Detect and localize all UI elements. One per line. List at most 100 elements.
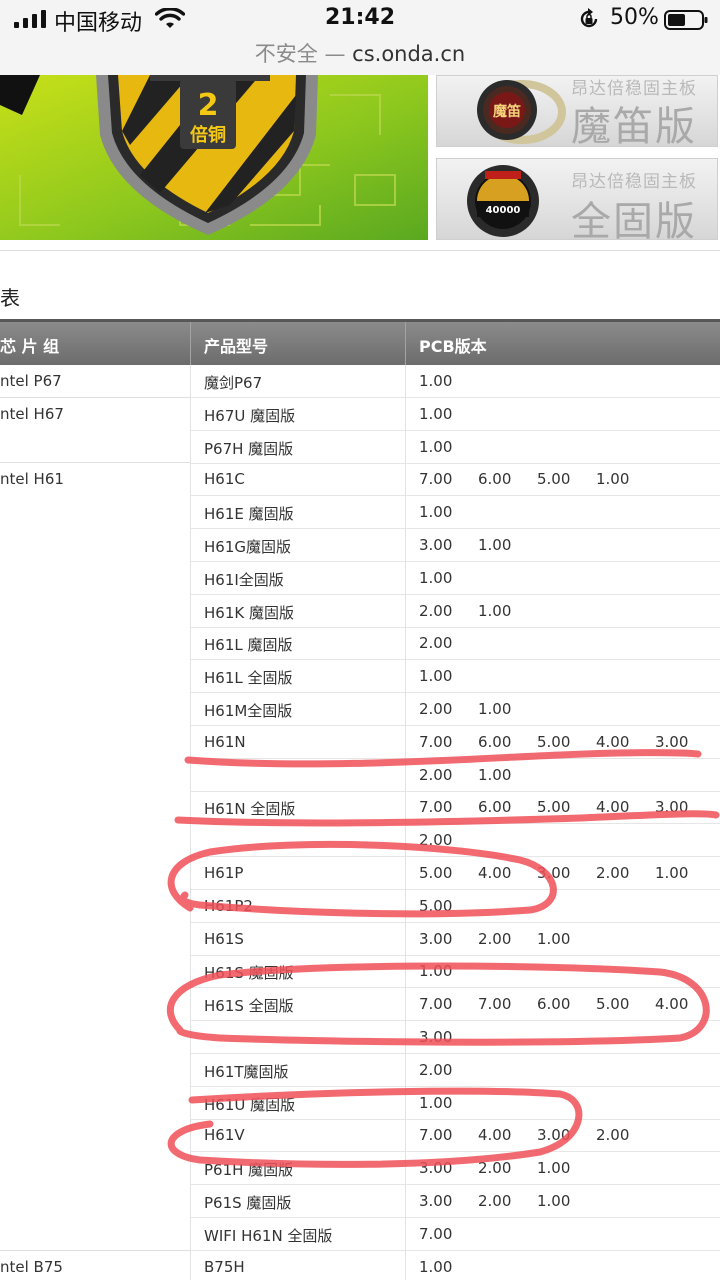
pcb-version-cell: 1.00 <box>419 962 453 981</box>
model-cell: H61U 魔固版 <box>204 1095 296 1114</box>
model-cell: H61I全固版 <box>204 570 284 589</box>
thumb-title: 魔笛版 <box>571 104 697 147</box>
pcb-version-cell: 7.00 <box>419 798 453 817</box>
pcb-version-cell: 1.00 <box>419 1093 453 1112</box>
model-cell: P67H 魔固版 <box>204 439 294 458</box>
table-row: H61T魔固版 2.00 <box>190 1054 720 1087</box>
header-pcb: PCB版本 <box>419 337 487 356</box>
pcb-version-cell: 7.00 <box>419 1126 453 1145</box>
model-cell: B75H <box>204 1257 245 1276</box>
table-row: B75H 1.00 <box>190 1251 720 1280</box>
model-cell: H61P2 <box>204 896 253 915</box>
carrier-name: 中国移动 <box>54 11 143 36</box>
table-row: H61V 7.00 4.00 3.00 2.00 <box>190 1119 720 1153</box>
section-title: 表 <box>0 286 20 310</box>
pcb-version-cell: 7.00 <box>419 470 453 489</box>
pcb-version-cell: 3.00 <box>537 864 571 882</box>
table-row: H61M全固版 2.00 1.00 <box>190 693 720 726</box>
battery-percent: 50% <box>610 5 659 30</box>
modi-emblem-icon: 魔笛 <box>477 80 566 144</box>
pcb-version-cell: 1.00 <box>419 1257 453 1276</box>
model-cell: P61H 魔固版 <box>204 1161 294 1180</box>
pcb-version-cell: 2.00 <box>419 765 453 784</box>
table-row: WIFI H61N 全固版 7.00 <box>190 1218 720 1251</box>
pcb-version-cell: 2.00 <box>419 831 453 850</box>
pcb-version-cell: 1.00 <box>419 372 453 390</box>
divider <box>0 250 720 251</box>
table-row: H61P2 5.00 <box>190 890 720 923</box>
column-divider <box>405 365 406 1280</box>
model-cell: H61G魔固版 <box>204 538 291 556</box>
pcb-version-cell: 1.00 <box>537 1159 571 1178</box>
thumb-title: 全固版 <box>571 199 697 240</box>
pcb-version-cell: 1.00 <box>419 404 453 423</box>
table-row: H61P 5.00 4.00 3.00 2.00 1.00 <box>190 857 720 890</box>
table-row: 3.00 <box>190 1021 720 1054</box>
table-row: H61I全固版 1.00 <box>190 562 720 595</box>
table-row: 2.00 <box>190 824 720 858</box>
pcb-version-cell: 2.00 <box>596 864 630 882</box>
capacitor-emblem-icon: 40000 <box>467 165 539 237</box>
pcb-version-cell: 6.00 <box>478 798 512 817</box>
table-row: 2.00 1.00 <box>190 759 720 792</box>
svg-text:40000: 40000 <box>486 205 521 216</box>
pcb-version-cell: 7.00 <box>419 1224 453 1243</box>
svg-text:魔笛: 魔笛 <box>493 103 521 120</box>
model-cell: H61N 全固版 <box>204 800 296 819</box>
pcb-version-cell: 1.00 <box>596 470 630 489</box>
model-cell: H61N <box>204 732 246 751</box>
table-row: H61U 魔固版 1.00 <box>190 1087 720 1120</box>
thumb-solid-edition[interactable]: 40000 昂达倍稳固主板 全固版 <box>436 158 718 240</box>
pcb-version-cell: 2.00 <box>478 1159 512 1178</box>
banner-image[interactable]: 2 倍铜 <box>0 75 428 240</box>
domain-label: cs.onda.cn <box>352 42 466 66</box>
pcb-version-cell: 1.00 <box>478 700 512 718</box>
address-bar[interactable]: 不安全 — cs.onda.cn <box>0 38 720 68</box>
table-row: H61N 7.00 6.00 5.00 4.00 3.00 <box>190 726 720 759</box>
pcb-version-cell: 6.00 <box>537 995 571 1014</box>
model-cell: H61E 魔固版 <box>204 505 294 524</box>
pcb-version-cell: 2.00 <box>419 700 453 718</box>
model-cell: H61C <box>204 470 245 489</box>
table-row: H61G魔固版 3.00 1.00 <box>190 529 720 562</box>
table-row: 魔剑P67 1.00 <box>190 365 720 398</box>
model-cell: WIFI H61N 全固版 <box>204 1226 333 1245</box>
column-divider <box>190 365 191 1280</box>
chipset-label: ntel H67 <box>0 404 64 423</box>
table-row: H61L 魔固版 2.00 <box>190 627 720 661</box>
pcb-version-cell: 3.00 <box>419 929 453 948</box>
pcb-version-cell: 2.00 <box>478 929 512 948</box>
pcb-version-cell: 3.00 <box>537 1126 571 1145</box>
model-cell: H61S 魔固版 <box>204 964 294 983</box>
pcb-version-cell: 5.00 <box>419 896 453 915</box>
pcb-version-cell: 1.00 <box>419 667 453 686</box>
table-row: H61K 魔固版 2.00 1.00 <box>190 595 720 628</box>
pcb-version-cell: 1.00 <box>478 601 512 620</box>
model-cell: H61T魔固版 <box>204 1062 289 1081</box>
browser-top: 中国移动 21:42 50% 不安全 — cs.onda.cn <box>0 0 720 75</box>
promo-banner: 2 倍铜 魔笛 昂达倍稳固主板 魔笛版 40000 昂达倍稳固主板 全固版 <box>0 75 720 251</box>
pcb-version-cell: 1.00 <box>655 864 689 882</box>
insecure-label: 不安全 — <box>254 42 346 66</box>
pcb-version-cell: 3.00 <box>655 732 689 751</box>
model-cell: H61V <box>204 1126 245 1145</box>
table-row: H61S 3.00 2.00 1.00 <box>190 923 720 956</box>
table-row: H67U 魔固版 1.00 <box>190 398 720 431</box>
thumb-modi-edition[interactable]: 魔笛 昂达倍稳固主板 魔笛版 <box>436 75 718 147</box>
pcb-version-cell: 5.00 <box>537 470 571 489</box>
pcb-version-cell: 7.00 <box>419 732 453 751</box>
pcb-version-cell: 4.00 <box>478 864 512 882</box>
pcb-version-cell: 1.00 <box>419 503 453 522</box>
pcb-version-cell: 6.00 <box>478 470 512 489</box>
header-separator <box>190 322 191 365</box>
model-cell: H67U 魔固版 <box>204 406 296 425</box>
model-cell: H61L 魔固版 <box>204 636 293 655</box>
chipset-label: ntel H61 <box>0 470 64 489</box>
chipset-label: ntel P67 <box>0 372 62 390</box>
chipset-cell: ntel H61 <box>0 463 190 1251</box>
table-row: H61L 全固版 1.00 <box>190 660 720 694</box>
pcb-version-cell: 5.00 <box>537 798 571 817</box>
pcb-version-cell: 1.00 <box>419 568 453 587</box>
model-cell: H61S 全固版 <box>204 997 294 1016</box>
pcb-version-cell: 1.00 <box>537 1192 571 1210</box>
